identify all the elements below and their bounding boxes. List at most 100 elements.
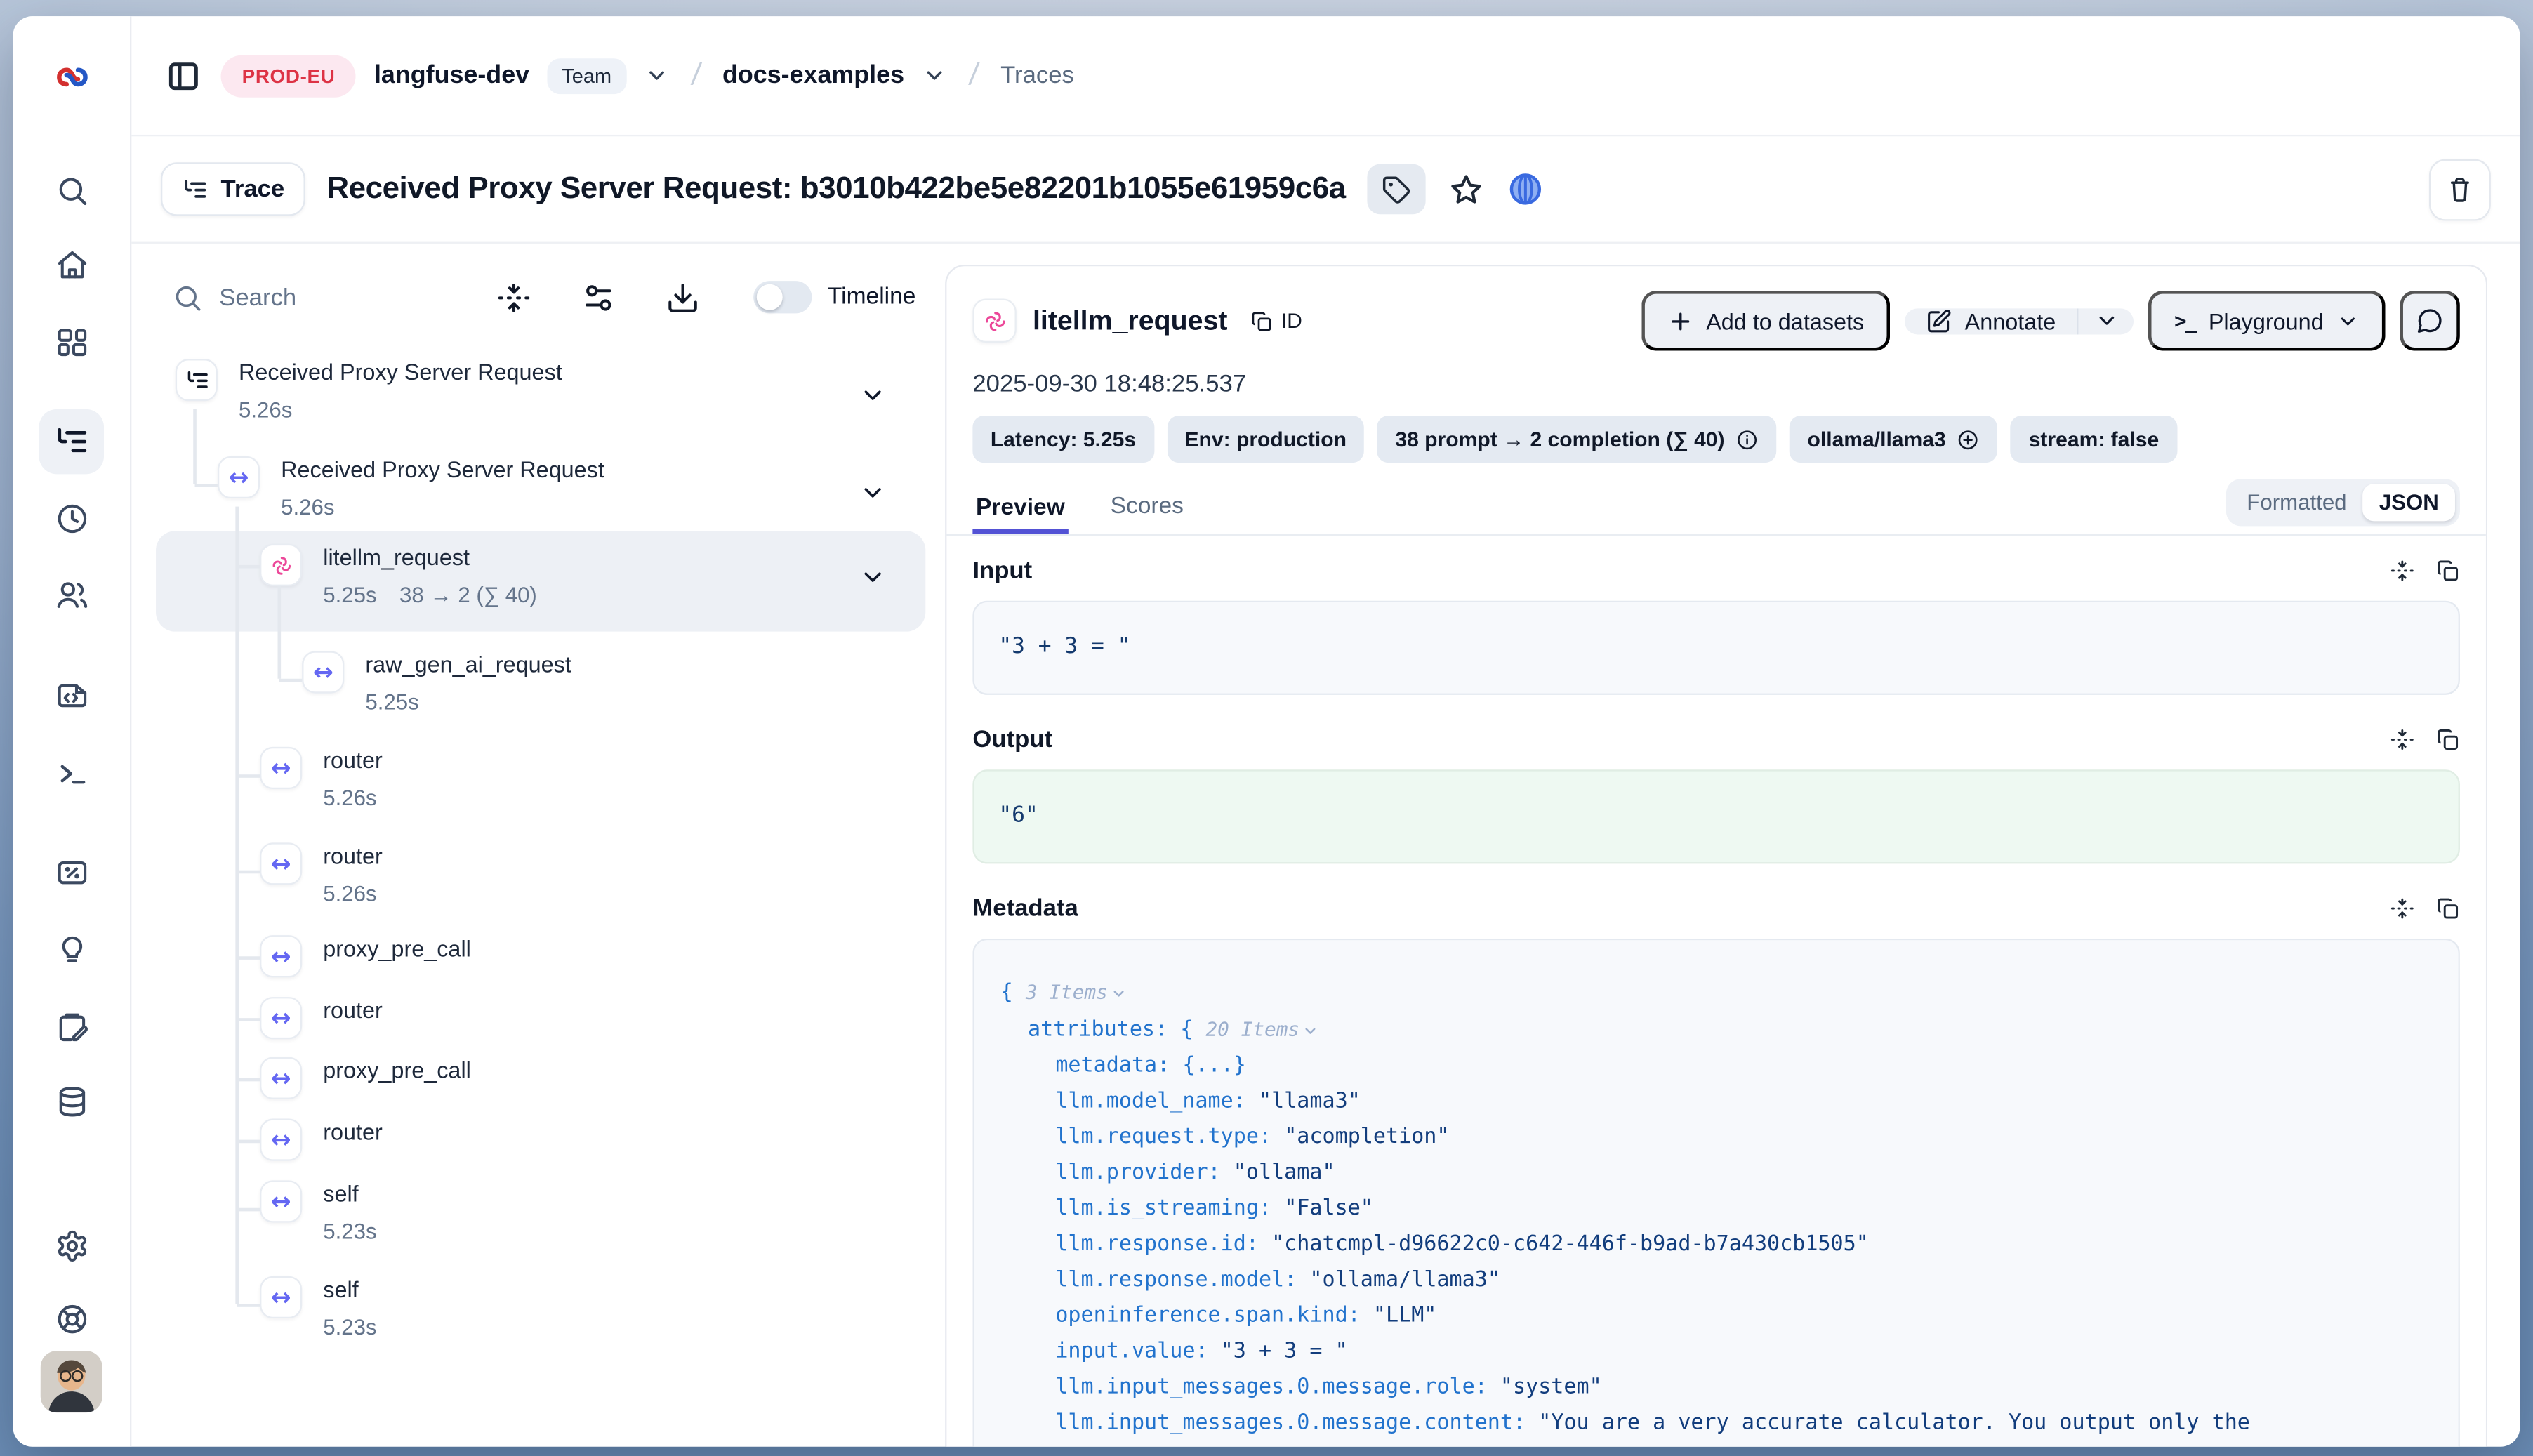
metric-badge: stream: false (2011, 416, 2176, 463)
view-settings-icon[interactable] (578, 276, 620, 318)
plus-circle-icon[interactable] (1957, 428, 1980, 450)
prompts-icon[interactable] (48, 673, 94, 718)
expand-chevron-icon[interactable] (859, 382, 886, 418)
delete-trace-button[interactable] (2429, 158, 2491, 220)
scores-icon[interactable] (48, 849, 94, 895)
tree-row-router[interactable]: ↔router (156, 997, 925, 1039)
breadcrumb-org[interactable]: langfuse-dev (374, 61, 529, 91)
terminal-prompt-icon: >_ (2174, 308, 2195, 333)
generation-icon (972, 299, 1016, 343)
insights-lightbulb-icon[interactable] (48, 927, 94, 973)
tree-row-litellm-request[interactable]: litellm_request5.25s38 → 2 (∑ 40) (156, 531, 925, 631)
support-lifebuoy-icon[interactable] (48, 1296, 94, 1342)
user-avatar[interactable] (41, 1351, 102, 1412)
comments-button[interactable] (2400, 291, 2460, 351)
app-window: PROD-EU langfuse-dev Team / docs-example… (13, 16, 2520, 1447)
tree-row-received-proxy-server-request[interactable]: Received Proxy Server Request5.26s (156, 359, 925, 440)
add-to-datasets-button[interactable]: Add to datasets (1641, 291, 1891, 351)
json-key: input.value: (1055, 1339, 1220, 1364)
tree-row-proxy-pre-call[interactable]: ↔proxy_pre_call (156, 935, 925, 977)
breadcrumb-separator: / (684, 58, 707, 93)
datasets-database-icon[interactable] (48, 1078, 94, 1124)
copy-section-icon[interactable] (2435, 727, 2460, 752)
expand-chevron-icon[interactable] (859, 479, 886, 515)
tree-search-input[interactable] (219, 284, 414, 311)
tree-connector (237, 871, 260, 873)
tree-row-raw-gen-ai-request[interactable]: ↔raw_gen_ai_request5.25s (156, 651, 925, 732)
json-line: { 3 Items (993, 974, 2438, 1012)
public-globe-icon[interactable] (1507, 170, 1546, 209)
collapse-section-icon[interactable] (2390, 896, 2414, 921)
json-value: "ollama/llama3" (1309, 1268, 1500, 1292)
org-switcher-chevron-icon[interactable] (644, 63, 668, 88)
search-icon (172, 282, 203, 312)
home-icon[interactable] (48, 242, 94, 288)
bookmark-star-icon[interactable] (1446, 170, 1486, 209)
json-value: "False" (1284, 1197, 1373, 1222)
playground-terminal-icon[interactable] (48, 750, 94, 796)
top-navigation-bar: PROD-EU langfuse-dev Team / docs-example… (131, 16, 2520, 136)
breadcrumb-project[interactable]: docs-examples (722, 61, 904, 91)
users-icon[interactable] (48, 571, 94, 617)
json-item-count[interactable]: 3 Items (1026, 981, 1127, 1003)
info-icon[interactable] (1736, 428, 1759, 450)
collapse-section-icon[interactable] (2390, 727, 2414, 752)
annotate-button[interactable]: Annotate (1905, 307, 2077, 333)
observation-timestamp: 2025-09-30 18:48:25.537 (946, 351, 2486, 398)
playground-button[interactable]: >_ Playground (2148, 291, 2385, 351)
copy-section-icon[interactable] (2435, 896, 2460, 921)
tracing-icon[interactable] (39, 409, 105, 475)
collapse-all-icon[interactable] (493, 276, 535, 318)
annotation-clipboard-icon[interactable] (48, 1003, 94, 1049)
format-option-json[interactable]: JSON (2363, 484, 2455, 521)
tree-row-self[interactable]: ↔self5.23s (156, 1276, 925, 1358)
breadcrumb-section[interactable]: Traces (1000, 62, 1074, 89)
metric-badge[interactable]: 38 prompt → 2 completion (∑ 40) (1377, 416, 1777, 463)
metric-badge[interactable]: ollama/llama3 (1790, 416, 1998, 463)
collapse-section-icon[interactable] (2390, 559, 2414, 583)
json-brace: { (1180, 1018, 1205, 1043)
download-icon[interactable] (662, 276, 704, 318)
json-item-count[interactable]: 20 Items (1205, 1018, 1318, 1040)
settings-gear-icon[interactable] (48, 1223, 94, 1269)
dashboard-icon[interactable] (48, 318, 94, 364)
trace-title-bar: Trace Received Proxy Server Request: b30… (131, 136, 2520, 244)
json-key: llm.is_streaming: (1055, 1197, 1284, 1222)
edit-icon (1926, 307, 1952, 333)
expand-chevron-icon[interactable] (859, 564, 886, 600)
tree-row-label: router (323, 842, 383, 871)
tab-scores[interactable]: Scores (1107, 481, 1187, 534)
format-toggle[interactable]: FormattedJSON (2226, 479, 2460, 526)
trace-tree: Received Proxy Server Request5.26s ↔Recei… (156, 349, 925, 1446)
tree-connector (237, 1208, 260, 1210)
tree-row-router[interactable]: ↔router5.26s (156, 747, 925, 828)
tree-connector (235, 507, 237, 1304)
input-content: "3 + 3 = " (972, 601, 2460, 695)
tree-connector (277, 586, 279, 679)
json-value: "You are a very accurate calculator. You… (1538, 1411, 2250, 1436)
tree-row-router[interactable]: ↔router (156, 1119, 925, 1161)
tree-row-received-proxy-server-request[interactable]: ↔Received Proxy Server Request5.26s (156, 456, 925, 538)
tab-preview[interactable]: Preview (972, 482, 1068, 534)
trace-type-badge: Trace (161, 162, 305, 216)
observation-header: litellm_request ID Add to datasets (946, 266, 2486, 350)
tree-row-router[interactable]: ↔router5.26s (156, 842, 925, 924)
trash-icon (2445, 175, 2475, 204)
tree-row-proxy-pre-call[interactable]: ↔proxy_pre_call (156, 1057, 925, 1099)
tree-row-self[interactable]: ↔self5.23s (156, 1180, 925, 1262)
output-content: "6" (972, 769, 2460, 863)
sessions-clock-icon[interactable] (48, 495, 94, 541)
annotate-split-button: Annotate (1905, 307, 2134, 333)
format-option-formatted[interactable]: Formatted (2230, 484, 2363, 521)
copy-icon (1250, 310, 1273, 332)
timeline-toggle[interactable] (753, 281, 812, 313)
tree-connector (237, 565, 260, 567)
copy-id-button[interactable]: ID (1250, 308, 1302, 333)
copy-section-icon[interactable] (2435, 559, 2460, 583)
annotate-dropdown-chevron-icon[interactable] (2079, 307, 2134, 333)
json-key: llm.input_messages.0.message.content: (1055, 1411, 1538, 1436)
sidebar-toggle-icon[interactable] (164, 56, 204, 95)
project-switcher-chevron-icon[interactable] (922, 63, 946, 88)
search-icon[interactable] (48, 167, 94, 213)
tag-button[interactable] (1367, 164, 1425, 215)
